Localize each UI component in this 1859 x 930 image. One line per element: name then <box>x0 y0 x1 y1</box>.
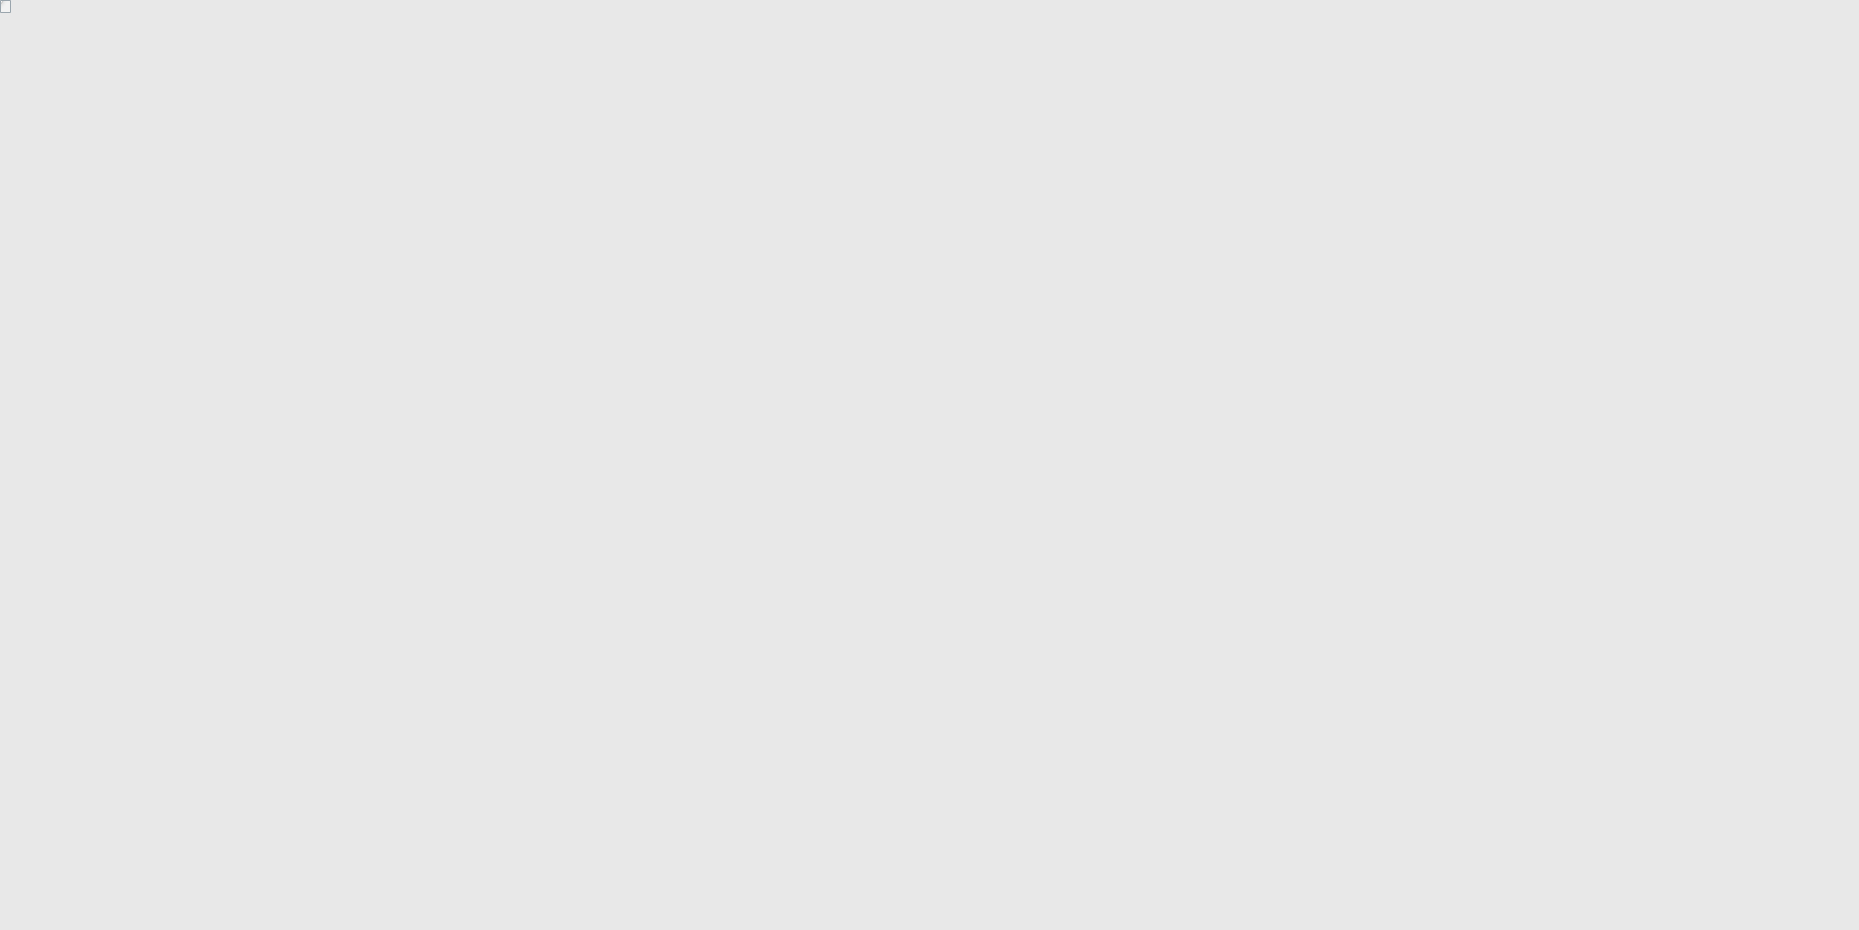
ide-window: duoji-frontend›src›router›JSindex.js Add… <box>0 0 11 13</box>
breadcrumb-item[interactable]: duoji-frontend <box>9 0 11 13</box>
